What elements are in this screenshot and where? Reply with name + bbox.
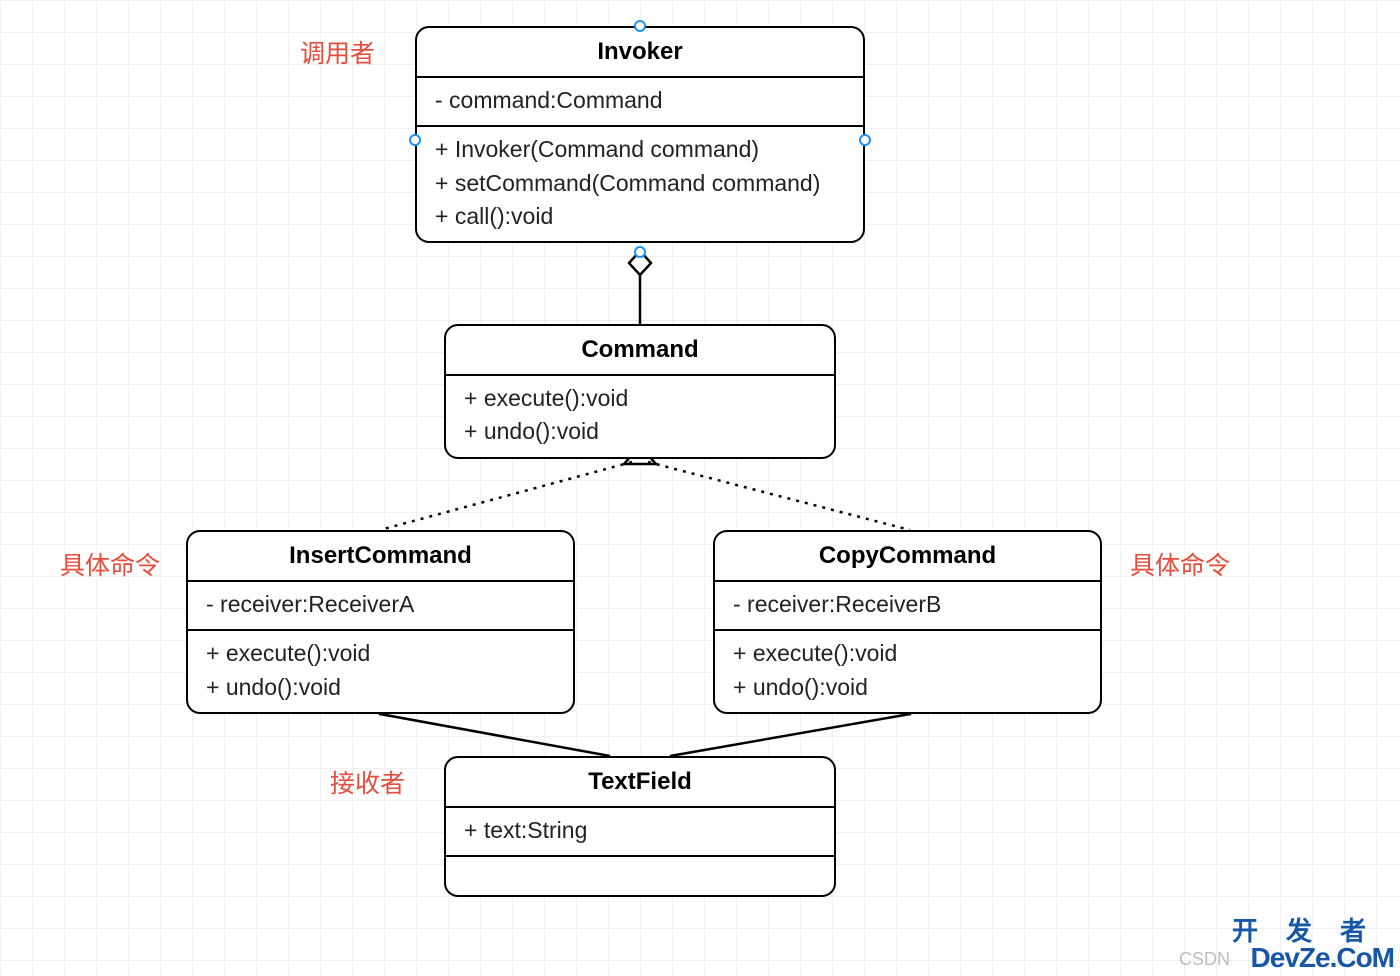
annotation-concrete-left: 具体命令: [60, 546, 160, 582]
annotation-concrete-right: 具体命令: [1130, 546, 1230, 582]
class-ops: + execute():void + undo():void: [188, 631, 573, 712]
annotation-receiver: 接收者: [330, 764, 405, 800]
class-ops-empty: [446, 857, 834, 895]
port-icon[interactable]: [634, 20, 646, 32]
class-copycommand[interactable]: CopyCommand - receiver:ReceiverB + execu…: [713, 530, 1102, 714]
port-icon[interactable]: [409, 134, 421, 146]
class-ops: + execute():void + undo():void: [446, 376, 834, 457]
class-attrs: - receiver:ReceiverB: [715, 582, 1100, 631]
class-textfield[interactable]: TextField + text:String: [444, 756, 836, 897]
class-attrs: - receiver:ReceiverA: [188, 582, 573, 631]
class-title: TextField: [446, 758, 834, 808]
class-ops: + execute():void + undo():void: [715, 631, 1100, 712]
class-title: Invoker: [417, 28, 863, 78]
class-title: Command: [446, 326, 834, 376]
watermark-devze: 开发者 DevZe.CoM: [1232, 918, 1394, 972]
class-insertcommand[interactable]: InsertCommand - receiver:ReceiverA + exe…: [186, 530, 575, 714]
port-icon[interactable]: [859, 134, 871, 146]
annotation-invoker: 调用者: [300, 34, 375, 70]
class-attrs: + text:String: [446, 808, 834, 857]
port-icon[interactable]: [634, 246, 646, 258]
class-title: CopyCommand: [715, 532, 1100, 582]
class-ops: + Invoker(Command command) + setCommand(…: [417, 127, 863, 241]
class-attrs: - command:Command: [417, 78, 863, 127]
watermark-csdn: CSDN: [1179, 949, 1230, 970]
class-title: InsertCommand: [188, 532, 573, 582]
class-command[interactable]: Command + execute():void + undo():void: [444, 324, 836, 459]
class-invoker[interactable]: Invoker - command:Command + Invoker(Comm…: [415, 26, 865, 243]
